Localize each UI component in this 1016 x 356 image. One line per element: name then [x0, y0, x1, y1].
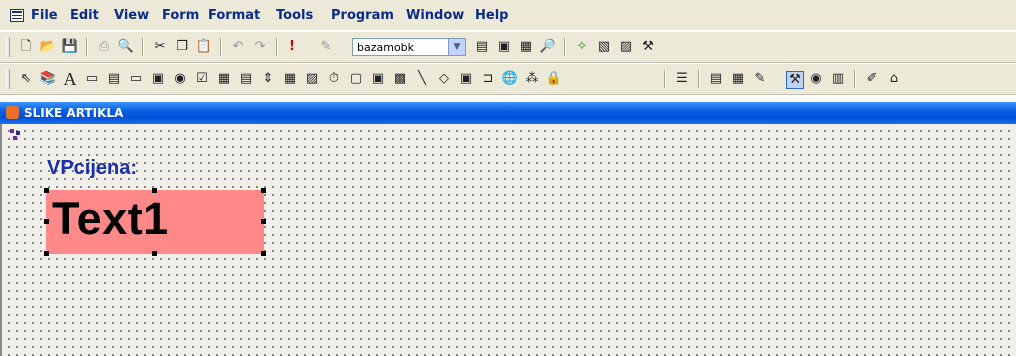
ole-bound-tool-icon[interactable]: ▩ [392, 71, 408, 87]
option-group-tool-icon[interactable]: ◉ [172, 71, 188, 87]
menu-bar: File Edit View Form Format Tools Program… [0, 0, 1016, 30]
pageframe-tool-icon[interactable]: ▢ [348, 71, 364, 87]
checkbox-tool-icon[interactable]: ☑ [194, 71, 210, 87]
vpcijena-label[interactable]: VPcijena: [47, 157, 137, 180]
menu-format[interactable]: Format [208, 8, 260, 23]
text1-textbox-text: Text1 [52, 193, 169, 244]
open-icon[interactable]: 📂 [40, 39, 56, 55]
redo-icon[interactable]: ↷ [252, 39, 268, 55]
toolbar-separator [664, 70, 666, 88]
menu-form[interactable]: Form [162, 8, 199, 23]
toolbar-separator [698, 70, 700, 88]
form-builder-icon[interactable]: ✐ [864, 71, 880, 87]
menu-window[interactable]: Window [406, 8, 464, 23]
line-tool-icon[interactable]: ╲ [414, 71, 430, 87]
ole-container-tool-icon[interactable]: ▣ [370, 71, 386, 87]
resize-handle[interactable] [261, 219, 266, 224]
data-environment-icon[interactable]: ▤ [708, 71, 724, 87]
database-icon[interactable]: ▧ [596, 39, 612, 55]
resize-handle[interactable] [44, 188, 49, 193]
chevron-down-icon[interactable]: ▼ [448, 39, 465, 55]
menu-file[interactable]: File [31, 8, 58, 23]
properties-icon[interactable]: ▦ [518, 39, 534, 55]
resize-handle[interactable] [261, 251, 266, 256]
layout-toolbar-icon[interactable]: ▥ [830, 71, 846, 87]
form-titlebar[interactable]: SLIKE ARTIKLA [0, 102, 1016, 124]
new-icon[interactable]: 🗋 [18, 39, 34, 55]
toolbar-separator [276, 38, 278, 56]
separator-tool-icon[interactable]: ⊐ [480, 71, 496, 87]
form-control-toolbar-icon[interactable]: ▣ [496, 39, 512, 55]
modify-icon[interactable]: ✎ [318, 39, 334, 55]
tab-order-icon[interactable]: ☰ [674, 71, 690, 87]
shape-tool-icon[interactable]: ◇ [436, 71, 452, 87]
menu-help[interactable]: Help [475, 8, 508, 23]
menu-program[interactable]: Program [331, 8, 394, 23]
data-environment-icon[interactable]: ✧ [574, 39, 590, 55]
toolbar-separator [142, 38, 144, 56]
print-icon[interactable]: ⎙ [96, 39, 112, 55]
form-control-toolbar-icon[interactable]: ⚒ [786, 71, 804, 89]
combobox-tool-icon[interactable]: ▦ [216, 71, 232, 87]
toolbar-separator [564, 38, 566, 56]
grid-tool-icon[interactable]: ▦ [282, 71, 298, 87]
toolbar-grip[interactable] [6, 69, 10, 89]
image-tool-icon[interactable]: ▨ [304, 71, 320, 87]
toolbar-grip[interactable] [6, 37, 10, 57]
menu-edit[interactable]: Edit [70, 8, 99, 23]
wizard-icon[interactable]: ▨ [618, 39, 634, 55]
form-object-icon[interactable] [10, 129, 22, 141]
command-window-icon[interactable]: ▤ [474, 39, 490, 55]
button-lock-icon[interactable]: 🔒 [546, 71, 562, 87]
hyperlink-tool-icon[interactable]: 🌐 [502, 71, 518, 87]
save-icon[interactable]: 💾 [62, 39, 78, 55]
window-system-icon[interactable] [10, 9, 24, 22]
command-button-tool-icon[interactable]: ▭ [128, 71, 144, 87]
spinner-tool-icon[interactable]: ⇕ [260, 71, 276, 87]
label-tool-icon[interactable]: A [62, 70, 78, 88]
code-window-icon[interactable]: ✎ [752, 71, 768, 87]
run-icon[interactable]: ! [284, 39, 300, 55]
form-controls-toolbar: ⇖ 📚 A ▭ ▤ ▭ ▣ ◉ ☑ ▦ ▤ ⇕ ▦ ▨ ⏱ ▢ ▣ ▩ ╲ ◇ … [0, 63, 1016, 95]
toolbar-separator [86, 38, 88, 56]
paste-icon[interactable]: 📋 [196, 39, 212, 55]
print-preview-icon[interactable]: 🔍 [118, 39, 134, 55]
textbox-tool-icon[interactable]: ▭ [84, 71, 100, 87]
toolbar-separator [220, 38, 222, 56]
select-objects-icon[interactable]: ⇖ [18, 71, 34, 87]
builder-lock-icon[interactable]: ⁂ [524, 71, 540, 87]
resize-handle[interactable] [44, 251, 49, 256]
code-icon[interactable]: 🔎 [540, 39, 556, 55]
text1-textbox[interactable]: Text1 [46, 190, 264, 254]
view-classes-icon[interactable]: 📚 [40, 71, 56, 87]
undo-icon[interactable]: ↶ [230, 39, 246, 55]
database-combo-value: bazamobk [357, 41, 415, 54]
properties-window-icon[interactable]: ▦ [730, 71, 746, 87]
builder-icon[interactable]: ⚒ [640, 39, 656, 55]
container-tool-icon[interactable]: ▣ [458, 71, 474, 87]
database-combo[interactable]: bazamobk ▼ [352, 38, 466, 56]
resize-handle[interactable] [152, 251, 157, 256]
timer-tool-icon[interactable]: ⏱ [326, 71, 342, 87]
listbox-tool-icon[interactable]: ▤ [238, 71, 254, 87]
editbox-tool-icon[interactable]: ▤ [106, 71, 122, 87]
color-palette-icon[interactable]: ◉ [808, 71, 824, 87]
toolbar-separator [854, 70, 856, 88]
resize-handle[interactable] [44, 219, 49, 224]
autoformat-icon[interactable]: ⌂ [886, 71, 902, 87]
menu-view[interactable]: View [114, 8, 149, 23]
standard-toolbar: 🗋 📂 💾 ⎙ 🔍 ✂ ❐ 📋 ↶ ↷ ! ✎ bazamobk ▼ ▤ ▣ ▦… [0, 31, 1016, 63]
menu-tools[interactable]: Tools [276, 8, 313, 23]
command-group-tool-icon[interactable]: ▣ [150, 71, 166, 87]
resize-handle[interactable] [261, 188, 266, 193]
form-title: SLIKE ARTIKLA [24, 106, 124, 120]
form-window-icon [6, 106, 19, 119]
copy-icon[interactable]: ❐ [174, 39, 190, 55]
cut-icon[interactable]: ✂ [152, 39, 168, 55]
resize-handle[interactable] [152, 188, 157, 193]
